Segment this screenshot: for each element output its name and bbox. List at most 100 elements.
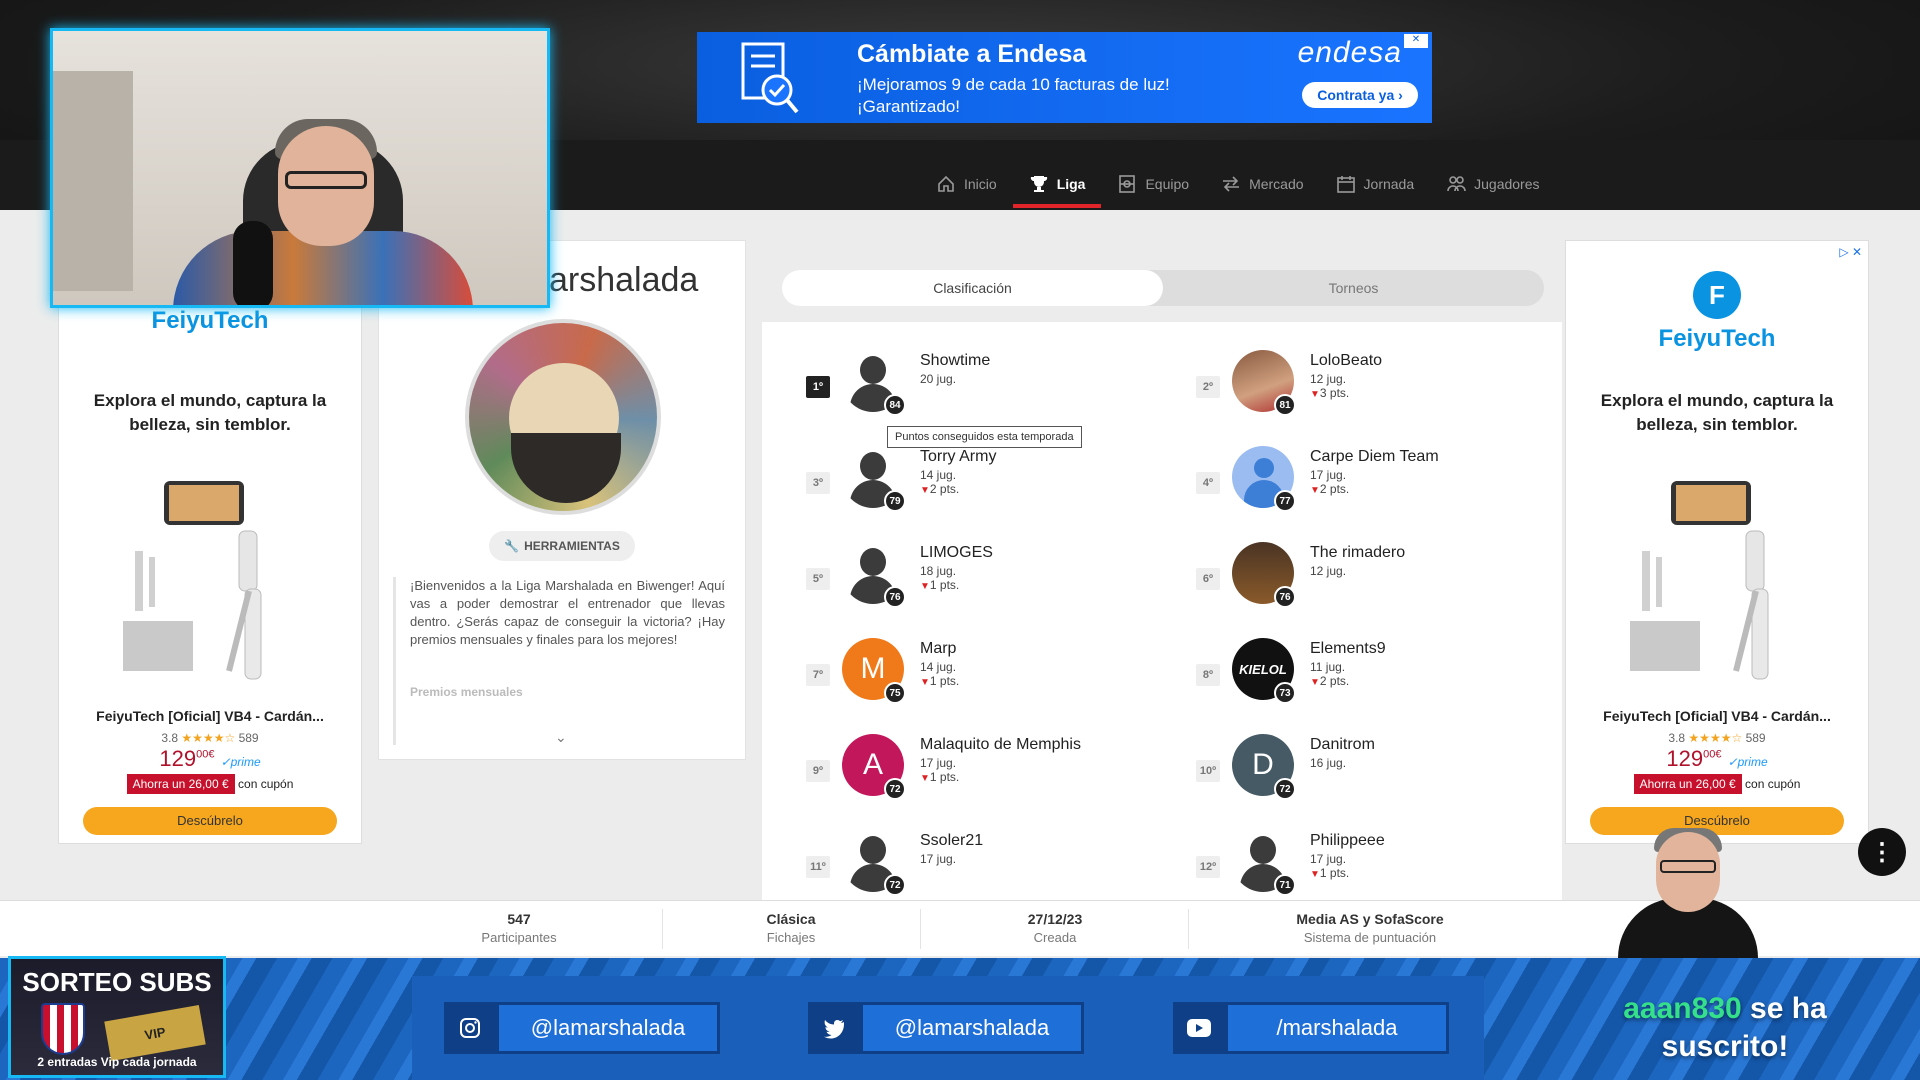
- nav-label: Jugadores: [1474, 176, 1540, 192]
- ranking-row[interactable]: 8º KIELOL 73 Elements9 11 jug. ▼2 pts.: [1172, 628, 1552, 708]
- nav-label: Liga: [1056, 176, 1086, 192]
- nav-liga[interactable]: Liga: [1012, 164, 1102, 208]
- team-score-badge: 73: [1274, 682, 1296, 704]
- team-player-count: 17 jug.: [920, 756, 957, 770]
- ad-product-name[interactable]: FeiyuTech [Oficial] VB4 - Cardán...: [69, 708, 351, 724]
- feiyutech-logo: FeiyuTech: [151, 307, 269, 334]
- ranking-row[interactable]: 2º 81 LoloBeato 12 jug. ▼3 pts.: [1172, 340, 1552, 420]
- nav-label: Jornada: [1363, 176, 1415, 192]
- team-score-badge: 84: [884, 394, 906, 416]
- ranking-row[interactable]: 3º 79 Torry Army 14 jug. ▼2 pts.: [782, 436, 1162, 516]
- team-name[interactable]: Philippeee: [1310, 832, 1385, 850]
- ad-close-icon[interactable]: ✕: [1404, 34, 1428, 48]
- nav-mercado[interactable]: Mercado: [1205, 164, 1319, 204]
- more-options-icon[interactable]: ⋮: [1858, 828, 1906, 876]
- down-arrow-icon: ▼: [920, 773, 930, 784]
- ranking-row[interactable]: 5º 76 LIMOGES 18 jug. ▼1 pts.: [782, 532, 1162, 612]
- down-arrow-icon: ▼: [1310, 485, 1320, 496]
- feiyutech-logo: F FeiyuTech: [1566, 271, 1868, 353]
- nav-inicio[interactable]: Inicio: [920, 164, 1013, 204]
- stat-scoring: Media AS y SofaScore Sistema de puntuació…: [1296, 911, 1444, 945]
- team-name[interactable]: Ssoler21: [920, 832, 983, 850]
- team-name[interactable]: Showtime: [920, 352, 990, 370]
- endesa-cta-button[interactable]: Contrata ya ›: [1302, 82, 1418, 108]
- stat-created: 27/12/23 Creada: [1027, 911, 1083, 945]
- ranking-tabs: Clasificación Torneos: [782, 270, 1544, 306]
- tools-button[interactable]: 🔧 HERRAMIENTAS: [489, 531, 635, 561]
- youtube-icon: [1173, 1002, 1225, 1054]
- ranking-position: 3º: [806, 472, 830, 494]
- main-nav: Inicio Liga Equipo Mercado Jornada Jugad…: [920, 164, 1556, 208]
- ad-discover-button[interactable]: Descúbrelo: [83, 807, 337, 835]
- wrench-icon: 🔧: [504, 539, 520, 553]
- endesa-ad-line1: ¡Mejoramos 9 de cada 10 facturas de luz!: [857, 75, 1170, 94]
- ranking-row[interactable]: 10º D 72 Danitrom 16 jug.: [1172, 724, 1552, 804]
- streamer-cutout: [1598, 824, 1776, 960]
- ranking-row[interactable]: 11º 72 Ssoler21 17 jug.: [782, 820, 1162, 900]
- tab-clasificacion[interactable]: Clasificación: [782, 270, 1163, 306]
- team-name[interactable]: Danitrom: [1310, 736, 1375, 754]
- nav-equipo[interactable]: Equipo: [1101, 164, 1205, 204]
- stat-participants: 547 Participantes: [481, 911, 557, 945]
- tab-torneos[interactable]: Torneos: [1163, 270, 1544, 306]
- nav-jornada[interactable]: Jornada: [1320, 164, 1431, 204]
- ranking-row[interactable]: 6º 76 The rimadero 12 jug.: [1172, 532, 1552, 612]
- team-player-count: 12 jug.: [1310, 372, 1347, 386]
- ad-close-icon[interactable]: ▷ ✕: [1839, 245, 1862, 259]
- team-score-badge: 79: [884, 490, 906, 512]
- team-name[interactable]: Malaquito de Memphis: [920, 736, 1081, 754]
- ranking-position: 11º: [806, 856, 830, 878]
- nav-label: Mercado: [1249, 176, 1304, 192]
- league-info-card: arshalada 🔧 HERRAMIENTAS ¡Bienvenidos a …: [378, 240, 746, 760]
- team-score-badge: 72: [1274, 778, 1296, 800]
- feiyutech-ad-right[interactable]: ▷ ✕ F FeiyuTech Explora el mundo, captur…: [1565, 240, 1869, 844]
- team-icon: [1119, 175, 1136, 193]
- nav-jugadores[interactable]: Jugadores: [1430, 164, 1555, 204]
- team-points-change: ▼2 pts.: [1310, 482, 1350, 496]
- endesa-ad-title: Cámbiate a Endesa: [857, 40, 1087, 68]
- twitter-handle: @lamarshalada: [860, 1002, 1084, 1054]
- streamer-webcam: [50, 28, 550, 308]
- team-name[interactable]: LoloBeato: [1310, 352, 1382, 370]
- team-name[interactable]: Elements9: [1310, 640, 1386, 658]
- social-twitter: @lamarshalada: [808, 1002, 1084, 1054]
- ranking-row[interactable]: 12º 71 Philippeee 17 jug. ▼1 pts.: [1172, 820, 1552, 900]
- ranking-position: 10º: [1196, 760, 1220, 782]
- ranking-row[interactable]: 7º M 75 Marp 14 jug. ▼1 pts.: [782, 628, 1162, 708]
- gimbal-product-image: [1630, 481, 1769, 680]
- document-check-icon: [741, 42, 799, 114]
- stat-fichajes: Clásica Fichajes: [766, 911, 816, 945]
- rating-stars-icon: ★★★★☆: [181, 731, 236, 745]
- feiyutech-mark-icon: F: [1693, 271, 1741, 319]
- instagram-handle: @lamarshalada: [496, 1002, 720, 1054]
- team-name[interactable]: Torry Army: [920, 448, 996, 466]
- ad-product-name[interactable]: FeiyuTech [Oficial] VB4 - Cardán...: [1576, 708, 1858, 724]
- subscriber-name: aaan830: [1623, 992, 1742, 1025]
- instagram-icon: [444, 1002, 496, 1054]
- team-player-count: 12 jug.: [1310, 564, 1347, 578]
- prime-badge: ✓prime: [220, 755, 261, 769]
- team-name[interactable]: LIMOGES: [920, 544, 993, 562]
- youtube-handle: /marshalada: [1225, 1002, 1449, 1054]
- subscription-alert: aaan830 se ha suscrito!: [1623, 992, 1827, 1063]
- endesa-ad-banner[interactable]: Cámbiate a Endesa ¡Mejoramos 9 de cada 1…: [697, 32, 1432, 123]
- ad-coupon: Ahorra un 26,00 € con cupón: [59, 774, 361, 794]
- ranking-row[interactable]: 1º 84 Showtime 20 jug.: [782, 340, 1162, 420]
- team-player-count: 20 jug.: [920, 372, 957, 386]
- ranking-position: 7º: [806, 664, 830, 686]
- team-score-badge: 72: [884, 874, 906, 896]
- team-points-change: ▼3 pts.: [1310, 386, 1350, 400]
- ad-tagline: Explora el mundo, captura la belleza, si…: [1600, 391, 1834, 434]
- team-score-badge: 76: [1274, 586, 1296, 608]
- expand-chevron-down-icon[interactable]: ⌄: [555, 729, 567, 746]
- social-instagram: @lamarshalada: [444, 1002, 720, 1054]
- team-points-change: ▼1 pts.: [920, 674, 960, 688]
- team-name[interactable]: Carpe Diem Team: [1310, 448, 1439, 466]
- ranking-row[interactable]: 4º 77 Carpe Diem Team 17 jug. ▼2 pts.: [1172, 436, 1552, 516]
- ranking-row[interactable]: 9º A 72 Malaquito de Memphis 17 jug. ▼1 pts.: [782, 724, 1162, 804]
- feiyutech-ad-left[interactable]: FeiyuTech Explora el mundo, captura la b…: [58, 240, 362, 844]
- team-name[interactable]: Marp: [920, 640, 956, 658]
- team-player-count: 17 jug.: [920, 852, 957, 866]
- players-icon: [1447, 176, 1466, 192]
- team-name[interactable]: The rimadero: [1310, 544, 1405, 562]
